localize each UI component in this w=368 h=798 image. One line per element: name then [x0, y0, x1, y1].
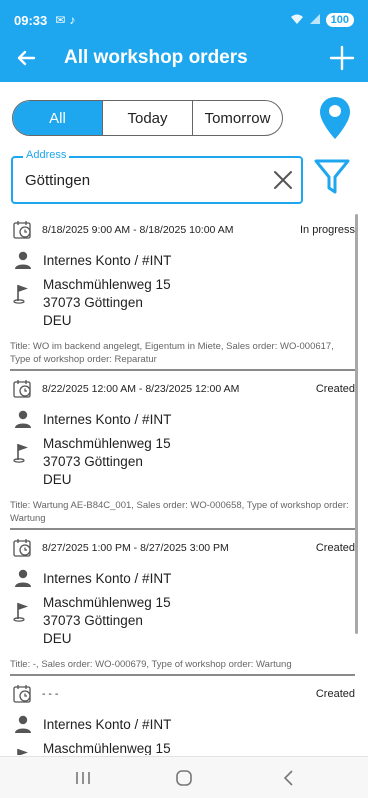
order-country: DEU — [43, 313, 72, 328]
status-time: 09:33 — [14, 12, 48, 28]
calendar-clock-icon — [12, 219, 34, 241]
calendar-clock-icon — [12, 537, 34, 559]
segment-today[interactable]: Today — [103, 101, 193, 135]
order-date-row: 8/27/2025 1:00 PM - 8/27/2025 3:00 PM Cre… — [10, 536, 355, 560]
order-customer: Internes Konto / #INT — [43, 570, 172, 586]
person-icon — [13, 250, 33, 270]
order-card[interactable]: - - - Created Internes Konto / #INT Maschmü… — [10, 676, 355, 755]
order-card[interactable]: 8/27/2025 1:00 PM - 8/27/2025 3:00 PM Cre… — [10, 530, 355, 676]
order-date: 8/27/2025 1:00 PM - 8/27/2025 3:00 PM — [42, 542, 229, 554]
order-description: Title: WO im backend angelegt, Eigentum … — [10, 341, 334, 365]
battery-indicator: 100 — [325, 13, 354, 27]
location-flag-icon — [13, 746, 33, 755]
order-card[interactable]: 8/18/2025 9:00 AM - 8/18/2025 10:00 AM In… — [10, 212, 355, 371]
person-icon — [13, 714, 33, 734]
scrollbar[interactable] — [355, 214, 358, 634]
order-street: Maschmühlenweg 15 — [43, 741, 171, 755]
order-status: Created — [315, 383, 355, 395]
order-status: Created — [315, 688, 355, 700]
order-status: In progress — [299, 224, 355, 236]
order-description: Title: -, Sales order: WO-000679, Type o… — [10, 659, 292, 670]
mail-icon: ✉ — [55, 13, 66, 27]
order-date-row: 8/22/2025 12:00 AM - 8/23/2025 12:00 AM C… — [10, 377, 355, 401]
segment-tomorrow[interactable]: Tomorrow — [193, 101, 282, 135]
order-address-row: Maschmühlenweg 15 37073 Göttingen DEU — [10, 276, 355, 330]
order-city: 37073 Göttingen — [43, 454, 143, 469]
map-pin-icon[interactable] — [318, 95, 352, 141]
recent-apps-icon[interactable] — [72, 767, 94, 789]
music-icon: ♪ — [69, 13, 76, 27]
order-country: DEU — [43, 472, 72, 487]
date-filter-segmented-control: All Today Tomorrow — [12, 100, 283, 136]
order-status: Created — [315, 542, 355, 554]
location-flag-icon — [13, 441, 33, 463]
page-title: All workshop orders — [64, 47, 248, 68]
order-date: 8/22/2025 12:00 AM - 8/23/2025 12:00 AM — [42, 383, 240, 395]
order-city: 37073 Göttingen — [43, 295, 143, 310]
wifi-icon — [290, 13, 304, 28]
order-date-row: - - - Created — [10, 682, 355, 706]
location-flag-icon — [13, 600, 33, 622]
segment-all[interactable]: All — [13, 101, 103, 135]
filter-icon[interactable] — [313, 157, 351, 197]
address-value[interactable]: Göttingen — [25, 172, 90, 189]
order-address-row: Maschmühlenweg 15 37073 Göttingen DEU — [10, 594, 355, 648]
order-customer-row: Internes Konto / #INT — [10, 566, 355, 590]
calendar-clock-icon — [12, 683, 34, 705]
person-icon — [13, 568, 33, 588]
order-street: Maschmühlenweg 15 — [43, 595, 171, 610]
order-city: 37073 Göttingen — [43, 613, 143, 628]
back-nav-icon[interactable] — [278, 767, 300, 789]
order-date: 8/18/2025 9:00 AM - 8/18/2025 10:00 AM — [42, 224, 234, 236]
person-icon — [13, 409, 33, 429]
app-bar: 09:33 ✉ ♪ 100 All workshop orders — [0, 0, 368, 82]
address-label: Address — [23, 149, 70, 161]
system-icons: 100 — [290, 13, 354, 28]
order-customer: Internes Konto / #INT — [43, 252, 172, 268]
order-date: - - - — [42, 688, 59, 700]
back-arrow-icon[interactable] — [12, 44, 40, 72]
home-icon[interactable] — [173, 767, 195, 789]
signal-icon — [309, 13, 321, 28]
notification-icons: ✉ ♪ — [55, 13, 75, 27]
order-customer-row: Internes Konto / #INT — [10, 712, 355, 736]
order-customer: Internes Konto / #INT — [43, 716, 172, 732]
order-address-row: Maschmühlenweg 15 37073 Göttingen DEU — [10, 435, 355, 489]
add-icon[interactable] — [328, 44, 356, 72]
calendar-clock-icon — [12, 378, 34, 400]
order-street: Maschmühlenweg 15 — [43, 277, 171, 292]
order-country: DEU — [43, 631, 72, 646]
order-description: Title: Wartung AE-B84C_001, Sales order:… — [10, 500, 349, 524]
address-field[interactable]: Address Göttingen — [11, 149, 303, 204]
order-customer-row: Internes Konto / #INT — [10, 407, 355, 431]
status-bar: 09:33 ✉ ♪ 100 — [14, 10, 354, 30]
orders-list: 8/18/2025 9:00 AM - 8/18/2025 10:00 AM In… — [10, 212, 355, 755]
order-customer: Internes Konto / #INT — [43, 411, 172, 427]
order-card[interactable]: 8/22/2025 12:00 AM - 8/23/2025 12:00 AM C… — [10, 371, 355, 530]
order-customer-row: Internes Konto / #INT — [10, 248, 355, 272]
order-address-row: Maschmühlenweg 1537073 Göttingen — [10, 740, 355, 755]
system-nav-bar — [0, 756, 368, 798]
order-street: Maschmühlenweg 15 — [43, 436, 171, 451]
toolbar: All workshop orders — [0, 40, 368, 76]
order-date-row: 8/18/2025 9:00 AM - 8/18/2025 10:00 AM In… — [10, 218, 355, 242]
location-flag-icon — [13, 282, 33, 304]
clear-icon[interactable] — [271, 168, 295, 192]
